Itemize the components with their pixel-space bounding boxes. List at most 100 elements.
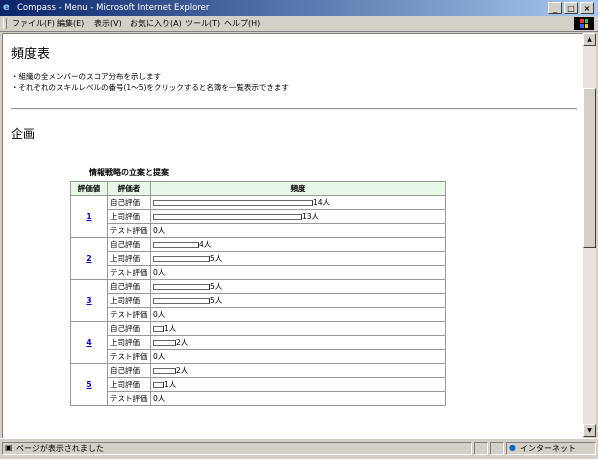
level-cell: 1	[70, 195, 108, 238]
windows-logo-icon	[574, 17, 594, 30]
evaluator-cell: 上司評価	[107, 209, 151, 224]
frequency-bar	[153, 256, 210, 262]
frequency-cell: 5人	[150, 293, 446, 308]
level-cell: 2	[70, 237, 108, 280]
frequency-cell: 1人	[150, 321, 446, 336]
status-panel-3	[490, 442, 504, 455]
table-row: 2 自己評価 4人	[70, 237, 446, 280]
frequency-cell: 0人	[150, 349, 446, 364]
frequency-bar	[153, 200, 313, 206]
frequency-label: 5人	[210, 282, 223, 291]
zone-text: インターネット	[520, 444, 576, 453]
scroll-up-arrow-icon[interactable]: ▲	[583, 33, 596, 46]
table-row: 上司評価 1人	[71, 377, 446, 392]
menu-file[interactable]: ファイル(F)	[12, 18, 55, 29]
frequency-cell: 2人	[150, 363, 446, 378]
table-row: テスト評価 0人	[71, 265, 446, 280]
frequency-cell: 0人	[150, 265, 446, 280]
frequency-cell: 5人	[150, 251, 446, 266]
close-button[interactable]: ×	[580, 2, 594, 14]
level-cell: 3	[70, 279, 108, 322]
table-row: 上司評価 5人	[71, 251, 446, 266]
evaluator-cell: テスト評価	[107, 223, 151, 238]
page-icon: ▣	[5, 443, 13, 452]
level-cell: 5	[70, 363, 108, 406]
ie-icon: e	[3, 2, 10, 13]
frequency-cell: 0人	[150, 223, 446, 238]
description-line-1: ・組織の全メンバーのスコア分布を示します	[11, 72, 161, 81]
page-content: 頻度表 ・組織の全メンバーのスコア分布を示します ・それぞれのスキルレベルの番号…	[2, 33, 583, 438]
frequency-label: 2人	[176, 366, 189, 375]
evaluator-cell: 自己評価	[107, 195, 151, 210]
section-title: 企画	[11, 127, 36, 141]
page-title: 頻度表	[11, 47, 51, 62]
internet-globe-icon: ●	[509, 443, 516, 452]
frequency-bar	[153, 284, 210, 290]
maximize-button[interactable]: □	[564, 2, 578, 14]
status-text: ページが表示されました	[16, 444, 104, 453]
table-row: 1 自己評価 14人	[70, 195, 446, 238]
evaluator-cell: 上司評価	[107, 377, 151, 392]
frequency-label: 4人	[199, 240, 212, 249]
frequency-cell: 1人	[150, 377, 446, 392]
menu-tools[interactable]: ツール(T)	[185, 18, 220, 29]
level-link[interactable]: 2	[86, 254, 91, 263]
level-link[interactable]: 1	[86, 212, 91, 221]
frequency-label: 0人	[153, 268, 166, 277]
level-link[interactable]: 5	[86, 380, 91, 389]
frequency-bar	[153, 340, 176, 346]
level-cell: 4	[70, 321, 108, 364]
table-row: テスト評価 0人	[71, 349, 446, 364]
table-row: 上司評価 2人	[71, 335, 446, 350]
evaluator-cell: 自己評価	[107, 279, 151, 294]
evaluator-cell: テスト評価	[107, 307, 151, 322]
evaluator-cell: 上司評価	[107, 251, 151, 266]
menu-bar: ファイル(F) 編集(E) 表示(V) お気に入り(A) ツール(T) ヘルプ(…	[0, 16, 598, 32]
frequency-cell: 14人	[150, 195, 446, 210]
frequency-label: 0人	[153, 226, 166, 235]
header-level: 評価値	[70, 181, 108, 196]
menu-help[interactable]: ヘルプ(H)	[224, 18, 260, 29]
frequency-label: 0人	[153, 394, 166, 403]
evaluator-cell: テスト評価	[107, 391, 151, 406]
scroll-down-arrow-icon[interactable]: ▼	[583, 424, 596, 437]
frequency-cell: 13人	[150, 209, 446, 224]
table-row: 4 自己評価 1人	[70, 321, 446, 364]
frequency-label: 1人	[164, 380, 177, 389]
description-line-2: ・それぞれのスキルレベルの番号(1〜5)をクリックすると名簿を一覧表示できます	[11, 83, 289, 92]
frequency-cell: 4人	[150, 237, 446, 252]
evaluator-cell: テスト評価	[107, 349, 151, 364]
scroll-thumb[interactable]	[583, 88, 596, 248]
evaluator-cell: 上司評価	[107, 293, 151, 308]
title-bar: e Compass - Menu - Microsoft Internet Ex…	[0, 0, 598, 16]
frequency-bar	[153, 214, 302, 220]
frequency-bar	[153, 368, 176, 374]
table-row: 上司評価 5人	[71, 293, 446, 308]
minimize-button[interactable]: _	[548, 2, 562, 14]
frequency-label: 1人	[164, 324, 177, 333]
frequency-bar	[153, 326, 164, 332]
table-row: テスト評価 0人	[71, 223, 446, 238]
menu-view[interactable]: 表示(V)	[94, 18, 122, 29]
frequency-cell: 2人	[150, 335, 446, 350]
frequency-label: 14人	[313, 198, 331, 207]
evaluator-cell: テスト評価	[107, 265, 151, 280]
window-title: Compass - Menu - Microsoft Internet Expl…	[17, 3, 210, 13]
evaluator-cell: 自己評価	[107, 363, 151, 378]
evaluator-cell: 自己評価	[107, 321, 151, 336]
menu-edit[interactable]: 編集(E)	[57, 18, 84, 29]
header-evaluator: 評価者	[107, 181, 151, 196]
frequency-label: 2人	[176, 338, 189, 347]
table-row: テスト評価 0人	[71, 391, 446, 406]
table-row: 5 自己評価 2人	[70, 363, 446, 406]
frequency-cell: 0人	[150, 307, 446, 322]
level-link[interactable]: 3	[86, 296, 91, 305]
frequency-bar	[153, 298, 210, 304]
frequency-label: 5人	[210, 296, 223, 305]
vertical-scrollbar[interactable]: ▲ ▼	[583, 33, 596, 437]
menu-favorites[interactable]: お気に入り(A)	[130, 18, 182, 29]
level-link[interactable]: 4	[86, 338, 91, 347]
frequency-label: 0人	[153, 352, 166, 361]
table-row: 3 自己評価 5人	[70, 279, 446, 322]
menu-grip	[3, 18, 7, 29]
